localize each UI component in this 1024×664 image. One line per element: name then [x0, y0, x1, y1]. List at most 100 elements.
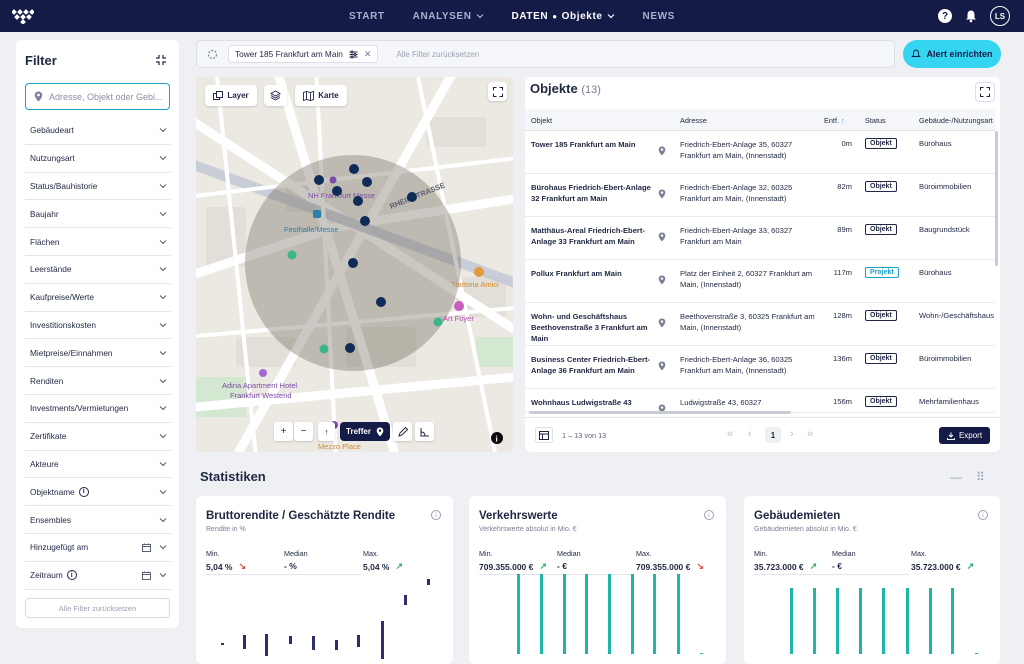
north-button[interactable]: ↑: [318, 422, 335, 441]
object-name[interactable]: Matthäus-Areal Friedrich-Ebert-Anlage 33…: [531, 225, 651, 247]
collapse-icon[interactable]: [155, 54, 167, 66]
filter-item[interactable]: Leerstände: [25, 256, 171, 284]
info-icon[interactable]: i: [978, 510, 988, 520]
vertical-scrollbar[interactable]: [995, 131, 998, 266]
object-name[interactable]: Bürohaus Friedrich-Ebert-Anlage 32 Frank…: [531, 182, 651, 204]
object-name[interactable]: Wohn- und Geschäftshaus Beethovenstraße …: [531, 311, 651, 344]
map-marker[interactable]: [349, 164, 359, 174]
last-page-icon[interactable]: »: [807, 428, 813, 440]
export-button[interactable]: Export: [939, 427, 990, 444]
column-entf[interactable]: Entf. ↑: [824, 116, 845, 125]
map-marker[interactable]: [407, 192, 417, 202]
zoom-in-button[interactable]: +: [274, 422, 293, 441]
alert-button[interactable]: Alert einrichten: [903, 40, 1001, 68]
topbar-reset-link[interactable]: Alle Filter zurücksetzen: [396, 50, 479, 59]
map-marker-green[interactable]: [319, 344, 329, 354]
location-pin-icon[interactable]: [658, 361, 666, 371]
help-icon[interactable]: ?: [938, 9, 952, 23]
info-icon[interactable]: i: [66, 570, 77, 581]
location-pin-icon[interactable]: [658, 275, 666, 285]
table-row[interactable]: Tower 185 Frankfurt am Main Friedrich-Ebe…: [525, 131, 995, 174]
map-marker[interactable]: [360, 216, 370, 226]
filter-item[interactable]: Zeitraum i: [25, 562, 171, 590]
column-nutzungsart[interactable]: Gebäude-/Nutzungsart: [919, 116, 993, 125]
map-marker[interactable]: [332, 186, 342, 196]
object-name[interactable]: Pollux Frankfurt am Main: [531, 268, 651, 279]
treffer-button[interactable]: Treffer: [340, 422, 390, 441]
column-adresse[interactable]: Adresse: [680, 116, 707, 125]
map-marker-green[interactable]: [433, 317, 443, 327]
calendar-icon[interactable]: [142, 571, 151, 580]
filter-item[interactable]: Akteure: [25, 451, 171, 479]
layers-stack-button[interactable]: [264, 85, 287, 106]
map-view[interactable]: RHEINSTRASSE NH Frankfurt Messe Festhall…: [196, 77, 513, 452]
address-search-input[interactable]: Adresse, Objekt oder Gebi...: [25, 83, 170, 110]
filter-item[interactable]: Renditen: [25, 367, 171, 395]
filter-item[interactable]: Gebäudeart: [25, 117, 171, 145]
table-row[interactable]: Bürohaus Friedrich-Ebert-Anlage 32 Frank…: [525, 174, 995, 217]
map-marker[interactable]: [348, 258, 358, 268]
nav-start[interactable]: START: [349, 11, 385, 22]
objects-fullscreen-button[interactable]: [975, 82, 995, 102]
info-icon[interactable]: i: [704, 510, 714, 520]
map-marker[interactable]: [362, 177, 372, 187]
filter-item[interactable]: Ensembles: [25, 506, 171, 534]
next-page-icon[interactable]: ›: [790, 428, 794, 440]
object-name[interactable]: Business Center Friedrich-Ebert-Anlage 3…: [531, 354, 651, 376]
map-canvas[interactable]: RHEINSTRASSE NH Frankfurt Messe Festhall…: [196, 77, 513, 452]
calendar-icon[interactable]: [142, 543, 151, 552]
filter-item[interactable]: Nutzungsart: [25, 145, 171, 173]
drag-handle-icon[interactable]: ⠿: [976, 470, 985, 484]
table-row[interactable]: Business Center Friedrich-Ebert-Anlage 3…: [525, 346, 995, 389]
filter-chip[interactable]: Tower 185 Frankfurt am Main ✕: [228, 45, 379, 63]
map-marker[interactable]: [376, 297, 386, 307]
map-marker[interactable]: [353, 196, 363, 206]
column-settings-button[interactable]: [535, 427, 553, 443]
location-pin-icon[interactable]: [658, 146, 666, 156]
first-page-icon[interactable]: «: [727, 428, 733, 440]
location-pin-icon[interactable]: [658, 318, 666, 328]
close-icon[interactable]: ✕: [364, 49, 372, 60]
map-fullscreen-button[interactable]: [488, 82, 507, 101]
current-page[interactable]: 1: [765, 427, 781, 443]
bell-icon[interactable]: [964, 9, 978, 23]
reset-all-filters-button[interactable]: Alle Filter zurücksetzen: [25, 598, 170, 618]
filter-settings-icon[interactable]: [349, 50, 358, 59]
location-pin-icon[interactable]: [658, 189, 666, 199]
layer-button[interactable]: Layer: [205, 85, 257, 106]
table-row[interactable]: Wohn- und Geschäftshaus Beethovenstraße …: [525, 303, 995, 346]
map-marker[interactable]: [314, 175, 324, 185]
column-status[interactable]: Status: [865, 116, 886, 125]
filter-item[interactable]: Flächen: [25, 228, 171, 256]
measure-button[interactable]: [415, 422, 434, 441]
filter-item[interactable]: Mietpreise/Einnahmen: [25, 339, 171, 368]
filter-item[interactable]: Baujahr: [25, 200, 171, 229]
filter-item[interactable]: Kaufpreise/Werte: [25, 284, 171, 312]
draw-button[interactable]: [393, 422, 412, 441]
avatar[interactable]: LS: [990, 6, 1010, 26]
location-pin-icon[interactable]: [658, 232, 666, 242]
table-row[interactable]: Wohnhaus Ludwigstraße 43 Ludwigstraße 43,…: [525, 389, 995, 413]
info-icon[interactable]: i: [431, 510, 441, 520]
minimize-icon[interactable]: —: [950, 470, 962, 484]
horizontal-scrollbar[interactable]: [529, 411, 791, 414]
map-marker[interactable]: [345, 343, 355, 353]
nav-news[interactable]: NEWS: [643, 11, 675, 22]
karte-button[interactable]: Karte: [295, 85, 347, 106]
info-icon[interactable]: i: [78, 486, 89, 497]
object-name[interactable]: Tower 185 Frankfurt am Main: [531, 139, 651, 150]
filter-item[interactable]: Zertifikate: [25, 423, 171, 451]
nav-daten[interactable]: DATEN ● Objekte: [512, 11, 615, 22]
sort-arrow-up-icon[interactable]: ↑: [841, 116, 845, 125]
table-row[interactable]: Matthäus-Areal Friedrich-Ebert-Anlage 33…: [525, 217, 995, 260]
prev-page-icon[interactable]: ‹: [748, 428, 752, 440]
filter-item[interactable]: Status/Bauhistorie: [25, 173, 171, 201]
map-marker-green[interactable]: [287, 250, 297, 260]
filter-item[interactable]: Investments/Vermietungen: [25, 395, 171, 423]
object-name[interactable]: Wohnhaus Ludwigstraße 43: [531, 397, 651, 408]
nav-analysen[interactable]: ANALYSEN: [413, 11, 484, 22]
column-objekt[interactable]: Objekt: [531, 116, 552, 125]
zoom-out-button[interactable]: −: [294, 422, 313, 441]
table-row[interactable]: Pollux Frankfurt am Main Platz der Einhei…: [525, 260, 995, 303]
filter-item[interactable]: Investitionskosten: [25, 312, 171, 340]
